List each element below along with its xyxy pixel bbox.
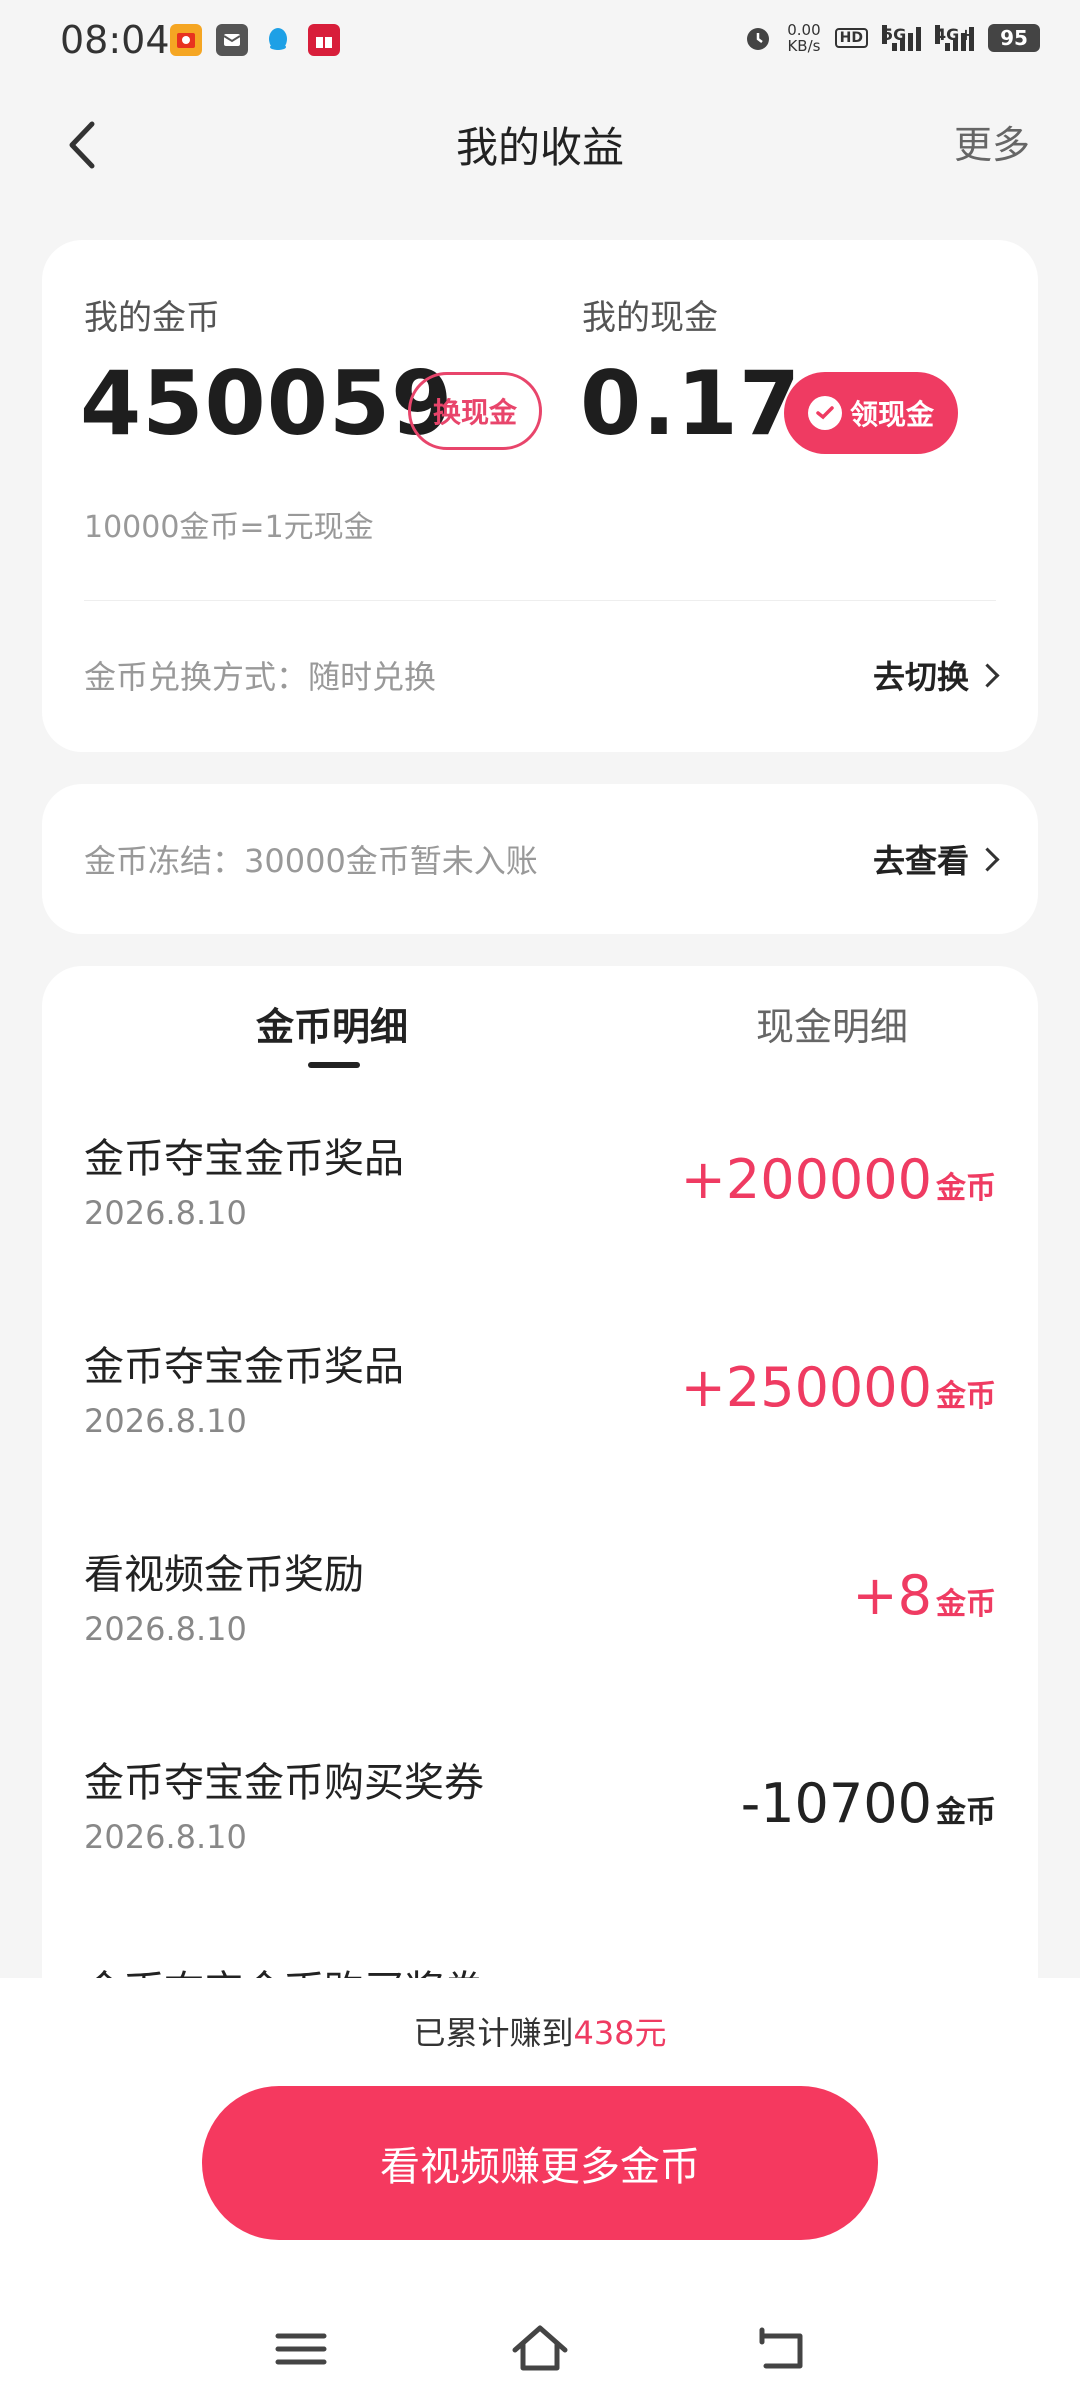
exchange-method: 金币兑换方式：随时兑换 — [84, 658, 437, 696]
amount-unit: 金币 — [936, 1795, 996, 1830]
chevron-right-icon — [975, 846, 1000, 872]
active-tab-indicator — [308, 1062, 360, 1068]
amount-value: -10700 — [740, 1772, 932, 1835]
sim1-label: 5G — [882, 25, 907, 44]
view-frozen-label: 去查看 — [872, 842, 969, 880]
transaction-amount: +250000 金币 — [681, 1356, 996, 1419]
transaction-title: 看视频金币奖励 — [84, 1552, 364, 1598]
signal-4g-icon: 4G+ — [935, 25, 974, 51]
notification-icons — [170, 24, 340, 56]
system-nav-bar — [0, 2300, 1080, 2400]
total-earned: 已累计赚到438元 — [0, 2008, 1080, 2054]
amount-value: +8 — [852, 1564, 932, 1627]
transaction-row[interactable]: 金币夺宝金币奖品 2026.8.10 +200000 金币 — [42, 1126, 1038, 1334]
status-time: 08:04 — [60, 18, 170, 62]
net-speed-unit: KB/s — [787, 37, 821, 55]
transaction-row[interactable]: 看视频金币奖励 2026.8.10 +8 金币 — [42, 1542, 1038, 1750]
switch-method-label: 去切换 — [872, 658, 969, 696]
amount-unit: 金币 — [936, 1171, 996, 1206]
coins-label: 我的金币 — [84, 298, 220, 338]
back-nav-button[interactable] — [746, 2314, 816, 2384]
amount-unit: 金币 — [936, 1379, 996, 1414]
sim2-label: 4G+ — [935, 25, 973, 44]
mail-app-icon — [216, 24, 248, 56]
status-bar: 08:04 0.00 KB/s HD 5G 4G+ 95 — [0, 0, 1080, 84]
gift-app-icon — [308, 24, 340, 56]
hd-badge: HD — [834, 28, 868, 48]
network-speed: 0.00 KB/s — [787, 22, 820, 54]
frozen-coins-text: 金币冻结：30000金币暂未入账 — [84, 842, 538, 880]
menu-button[interactable] — [266, 2314, 336, 2384]
transaction-row[interactable]: 金币夺宝金币奖品 2026.8.10 +250000 金币 — [42, 1334, 1038, 1542]
menu-icon — [275, 2333, 327, 2365]
withdraw-label: 领现金 — [849, 398, 934, 431]
transaction-row[interactable]: 金币夺宝金币购买奖券 2026.8.10 -10700 金币 — [42, 1750, 1038, 1958]
transaction-amount: +8 金币 — [852, 1564, 996, 1627]
battery-icon: 95 — [988, 24, 1040, 52]
title-bar: 我的收益 更多 — [0, 100, 1080, 190]
transaction-title: 金币夺宝金币奖品 — [84, 1136, 404, 1182]
view-frozen-link[interactable]: 去查看 — [872, 836, 1000, 882]
transaction-date: 2026.8.10 — [84, 1194, 247, 1232]
transaction-amount: -10700 金币 — [741, 1772, 996, 1835]
amount-value: +250000 — [680, 1356, 932, 1419]
exchange-rate: 10000金币=1元现金 — [84, 510, 374, 545]
transaction-date: 2026.8.10 — [84, 1402, 247, 1440]
shopping-app-icon — [170, 24, 202, 56]
alarm-icon — [747, 28, 770, 50]
signal-5g-icon: 5G — [882, 25, 921, 51]
earned-value: 438元 — [573, 2014, 667, 2052]
home-icon — [512, 2325, 568, 2371]
transaction-title: 金币夺宝金币奖品 — [84, 1344, 404, 1390]
tab-cash-details[interactable]: 现金明细 — [682, 996, 982, 1051]
net-speed-value: 0.00 — [787, 21, 821, 39]
cash-label: 我的现金 — [582, 298, 718, 338]
frozen-coins-card: 金币冻结：30000金币暂未入账 去查看 — [42, 784, 1038, 934]
transaction-title: 金币夺宝金币购买奖券 — [84, 1760, 484, 1806]
divider — [84, 600, 996, 601]
page-title: 我的收益 — [455, 123, 624, 172]
home-button[interactable] — [505, 2314, 575, 2384]
amount-unit: 金币 — [936, 1587, 996, 1622]
coins-value: 450059 — [80, 352, 454, 455]
back-nav-icon — [759, 2327, 803, 2369]
chevron-right-icon — [975, 662, 1000, 688]
qq-icon — [262, 24, 294, 56]
exchange-cash-button[interactable]: 换现金 — [408, 372, 542, 450]
details-card: 金币明细 现金明细 金币夺宝金币奖品 2026.8.10 +200000 金币 … — [42, 966, 1038, 2066]
earned-label: 已累计赚到 — [413, 2014, 574, 2052]
switch-method-link[interactable]: 去切换 — [872, 652, 1000, 698]
wallet-card: 我的金币 450059 换现金 我的现金 0.17 领现金 10000金币=1元… — [42, 240, 1038, 752]
tab-coin-details[interactable]: 金币明细 — [182, 996, 482, 1051]
amount-value: +200000 — [680, 1148, 932, 1211]
watch-video-button[interactable]: 看视频赚更多金币 — [202, 2086, 878, 2240]
bottom-panel: 已累计赚到438元 看视频赚更多金币 — [0, 1978, 1080, 2308]
more-button[interactable]: 更多 — [954, 114, 1030, 169]
wechat-icon — [807, 396, 842, 430]
cash-value: 0.17 — [580, 352, 802, 455]
withdraw-cash-button[interactable]: 领现金 — [784, 372, 958, 454]
transaction-amount: +200000 金币 — [681, 1148, 996, 1211]
transaction-date: 2026.8.10 — [84, 1610, 247, 1648]
transaction-date: 2026.8.10 — [84, 1818, 247, 1856]
